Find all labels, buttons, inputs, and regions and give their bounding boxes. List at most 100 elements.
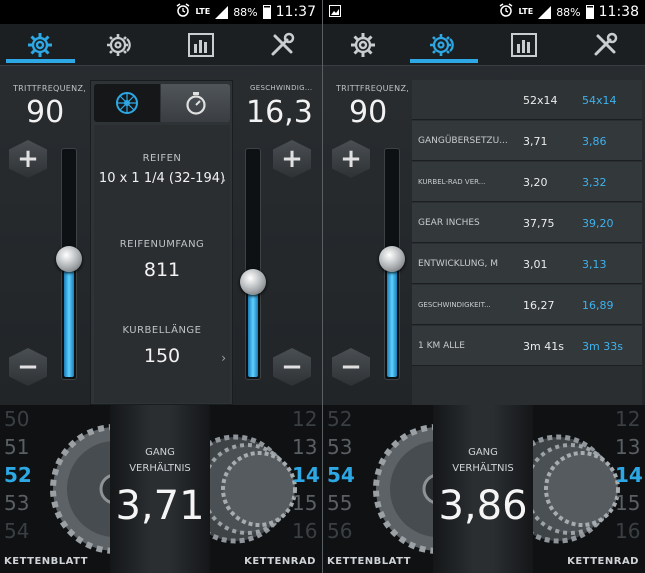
speed-slider-fill	[248, 281, 258, 377]
clock: 11:38	[598, 4, 639, 20]
alarm-icon	[499, 3, 513, 21]
row-current-value: 3m 41s	[523, 339, 564, 353]
sprocket-option[interactable]: 12	[615, 405, 643, 433]
chainring-selected[interactable]: 54	[327, 461, 355, 489]
sprocket-option[interactable]: 13	[292, 433, 320, 461]
cadence-value: 90	[26, 95, 65, 130]
gear-icon	[351, 32, 376, 57]
sprocket-label: KETTENRAD	[244, 556, 316, 567]
tab-tools[interactable]	[242, 24, 323, 65]
double-gear-icon	[429, 33, 454, 56]
lte-indicator: LTE	[195, 7, 211, 16]
tab-tools[interactable]	[565, 24, 645, 65]
sprocket-list[interactable]: 12 13 14 15 16	[615, 405, 643, 545]
crank-length-value: 150	[143, 345, 181, 367]
table-header-cell	[418, 80, 522, 120]
row-compare-value: 3,86	[582, 134, 607, 148]
chainring-option[interactable]: 53	[4, 489, 32, 517]
tab-gear-compare[interactable]	[404, 24, 485, 65]
gear-ratio-display: GANG VERHÄLTNIS 3,71	[110, 405, 210, 573]
cadence-increase-button[interactable]: +	[9, 140, 47, 178]
sprocket-list[interactable]: 12 13 14 15 16	[292, 405, 320, 545]
chainring-list[interactable]: 50 51 52 53 54	[4, 405, 32, 545]
row-label: GESCHWINDIGKEIT...	[418, 301, 491, 309]
tab-bar	[323, 24, 645, 66]
cadence-decrease-button[interactable]: −	[9, 348, 47, 386]
sprocket-option[interactable]: 16	[615, 517, 643, 545]
row-label: GANGÜBERSETZU...	[418, 136, 508, 146]
tab-chart[interactable]	[161, 24, 242, 65]
row-current-value: 3,01	[523, 257, 548, 271]
cadence-decrease-button[interactable]: −	[332, 348, 370, 386]
circumference-value[interactable]: 811	[94, 259, 230, 281]
speed-label: GESCHWINDIG...	[250, 84, 313, 92]
chainring-selected[interactable]: 52	[4, 461, 32, 489]
tab-wheel[interactable]	[94, 84, 160, 122]
table-header-compare: 54x14	[582, 93, 617, 107]
left-screen: LTE 88% 11:37 TRITTFREQUENZ, 90 + − GESC…	[0, 0, 322, 573]
wheel-icon	[116, 92, 138, 114]
speed-slider-thumb[interactable]	[240, 269, 266, 296]
tab-gear-calculator[interactable]	[0, 24, 81, 65]
table-row: ENTWICKLUNG, M 3,01 3,13	[412, 244, 642, 284]
row-label: KURBEL-RAD VER...	[418, 178, 486, 186]
sprocket-option[interactable]: 13	[615, 433, 643, 461]
cadence-slider-thumb[interactable]	[379, 246, 405, 273]
stopwatch-icon	[185, 92, 206, 115]
speed-slider[interactable]	[245, 148, 261, 380]
gallery-notification-icon	[329, 5, 341, 21]
gear-ratio-label-line2: VERHÄLTNIS	[129, 463, 191, 474]
speed-decrease-button[interactable]: −	[273, 348, 311, 386]
row-compare-value: 3,13	[582, 257, 607, 271]
gear-ratio-display: GANG VERHÄLTNIS 3,86	[433, 405, 533, 573]
chainring-option[interactable]: 53	[327, 433, 355, 461]
minus-icon: −	[340, 352, 362, 382]
crank-length-selector[interactable]: 150 ›	[94, 343, 230, 371]
table-header-current: 52x14	[523, 93, 558, 107]
row-compare-value: 3,32	[582, 175, 607, 189]
speed-increase-button[interactable]: +	[273, 140, 311, 178]
chainring-option[interactable]: 51	[4, 433, 32, 461]
chainring-list[interactable]: 52 53 54 55 56	[327, 405, 355, 545]
alarm-icon	[176, 3, 190, 21]
cadence-slider-fill	[64, 258, 74, 377]
tab-stopwatch[interactable]	[161, 84, 230, 122]
cadence-increase-button[interactable]: +	[332, 140, 370, 178]
signal-icon	[538, 5, 552, 19]
tab-gear-compare[interactable]	[81, 24, 162, 65]
sprocket-option[interactable]: 15	[615, 489, 643, 517]
chainring-option[interactable]: 54	[4, 517, 32, 545]
tab-gear-calculator[interactable]	[323, 24, 404, 65]
sprocket-selected[interactable]: 14	[292, 461, 320, 489]
chainring-option[interactable]: 52	[327, 405, 355, 433]
row-current-value: 37,75	[523, 216, 555, 230]
crank-length-label: KURBELLÄNGE	[122, 325, 202, 336]
tire-selector[interactable]: 10 x 1 1/4 (32-194) ›	[94, 169, 230, 193]
minus-icon: −	[281, 352, 303, 382]
right-screen: LTE 88% 11:38 TRITTFREQUENZ, 90 + − 52x1…	[323, 0, 645, 573]
chainring-option[interactable]: 56	[327, 517, 355, 545]
battery-icon	[262, 5, 271, 19]
sprocket-selected[interactable]: 14	[615, 461, 643, 489]
status-bar: LTE 88% 11:38	[323, 0, 645, 24]
gear-icon	[28, 32, 53, 57]
plus-icon: +	[281, 144, 303, 174]
cadence-label: TRITTFREQUENZ,	[336, 84, 410, 93]
sprocket-option[interactable]: 12	[292, 405, 320, 433]
chart-icon	[188, 32, 215, 57]
tab-chart[interactable]	[484, 24, 565, 65]
row-label: GEAR INCHES	[418, 218, 480, 228]
table-row: GANGÜBERSETZU... 3,71 3,86	[412, 121, 642, 161]
sprocket-option[interactable]: 16	[292, 517, 320, 545]
cadence-label: TRITTFREQUENZ,	[13, 84, 87, 93]
sprocket-option[interactable]: 15	[292, 489, 320, 517]
sprocket-label: KETTENRAD	[567, 556, 639, 567]
row-current-value: 3,20	[523, 175, 548, 189]
chainring-option[interactable]: 50	[4, 405, 32, 433]
row-current-value: 3,71	[523, 134, 548, 148]
cadence-slider-thumb[interactable]	[56, 246, 82, 273]
table-row: 1 KM ALLE 3m 41s 3m 33s	[412, 326, 642, 366]
cadence-value: 90	[349, 95, 388, 130]
chainring-option[interactable]: 55	[327, 489, 355, 517]
tab-bar	[0, 24, 322, 66]
